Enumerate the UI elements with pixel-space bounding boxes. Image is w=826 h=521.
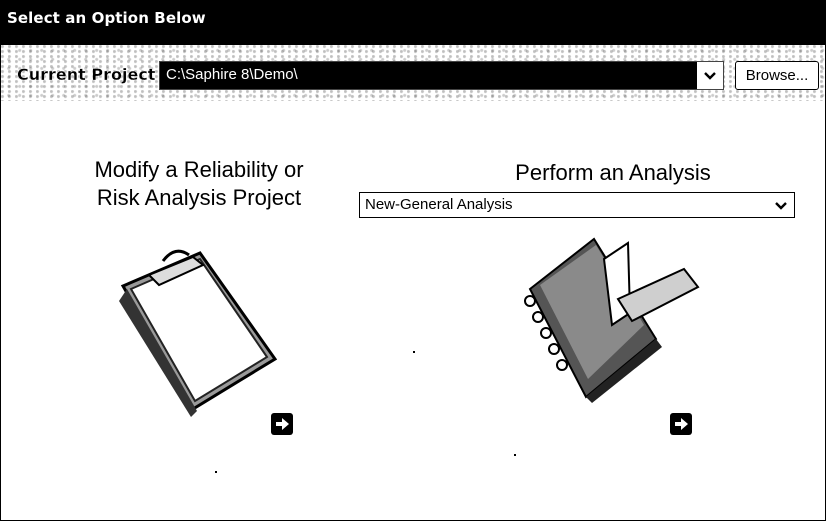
title-bar: Select an Option Below (1, 1, 825, 45)
notebook-pen-icon[interactable] (516, 229, 706, 404)
browse-button[interactable]: Browse... (735, 61, 819, 90)
right-arrow-icon (276, 418, 289, 430)
speck (215, 471, 217, 473)
analysis-go-button[interactable] (670, 413, 692, 435)
speck (413, 351, 415, 353)
modify-heading-line-2: Risk Analysis Project (96, 185, 302, 210)
analysis-type-value: New-General Analysis (365, 196, 513, 213)
modify-heading-line-1: Modify a Reliability or (94, 157, 304, 182)
right-arrow-icon (675, 418, 688, 430)
chevron-down-icon[interactable] (696, 62, 723, 89)
current-project-dropdown[interactable]: C:\Saphire 8\Demo\ (159, 61, 724, 90)
chevron-down-icon[interactable] (772, 195, 790, 215)
analysis-type-dropdown[interactable]: New-General Analysis (359, 192, 795, 218)
modify-project-heading: Modify a Reliability or Risk Analysis Pr… (59, 156, 339, 212)
clipboard-icon[interactable] (105, 241, 295, 421)
analysis-heading: Perform an Analysis (515, 160, 711, 185)
current-project-label: Current Project (17, 65, 156, 84)
current-project-value: C:\Saphire 8\Demo\ (166, 66, 298, 83)
main-window: Select an Option Below Current Project C… (0, 0, 826, 521)
modify-go-button[interactable] (271, 413, 293, 435)
speck (514, 454, 516, 456)
window-title: Select an Option Below (7, 9, 206, 27)
